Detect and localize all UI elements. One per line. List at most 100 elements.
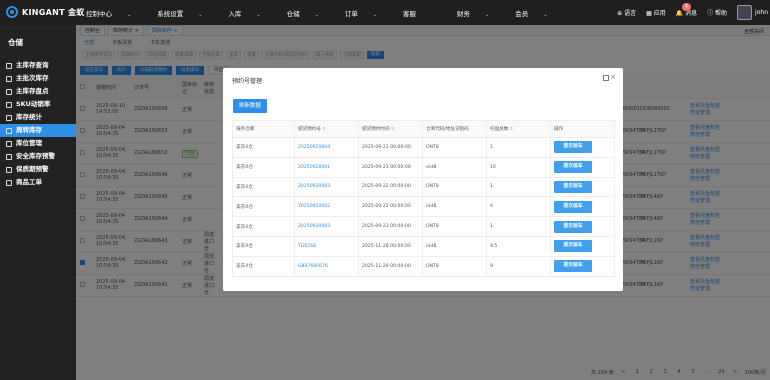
menu-item-icon: [6, 101, 12, 108]
nav-item-label: 控制中心: [86, 9, 112, 18]
column-label: 提货预约号: [298, 127, 321, 132]
sidebar-item-label: 周转库存: [16, 126, 42, 134]
maximize-icon[interactable]: [603, 75, 609, 81]
cell-time: 2025-09-22 00:00:00: [362, 204, 411, 210]
appointment-action-cell: 提交装车: [550, 156, 615, 178]
sidebar-item[interactable]: 主批次库存: [0, 72, 76, 85]
cell-pallets: 1: [490, 184, 493, 190]
nav-item[interactable]: 系统设置 ⌄: [157, 8, 215, 18]
sidebar-item[interactable]: 保质期预警: [0, 163, 76, 176]
submit-loading-button[interactable]: 提交装车: [554, 260, 592, 273]
cell-appt[interactable]: 20250920002: [298, 204, 330, 209]
submit-loading-button[interactable]: 提交装车: [554, 220, 592, 233]
sidebar-item[interactable]: 库位管理: [0, 137, 76, 150]
chevron-down-icon: ⌄: [127, 11, 132, 18]
menu-item-icon: [6, 127, 12, 134]
appointment-cell: 2025-09-22 00:00:00: [358, 176, 423, 198]
cell-warehouse: 美东X仓: [236, 184, 253, 190]
close-icon[interactable]: ×: [610, 73, 616, 81]
appointment-cell: 美东X仓: [232, 196, 295, 218]
kingant-logo-icon: [6, 6, 18, 18]
sidebar-item[interactable]: 库存统计: [0, 111, 76, 124]
submit-loading-button[interactable]: 提交装车: [554, 161, 592, 174]
appointment-cell: 4: [486, 196, 551, 218]
cell-time: 2025-11-28 00:00:00: [362, 243, 411, 249]
appointment-table: 海外仓库 提货预约号 ⇅ 提货预约时间 ⇅ 仓库代码/地址识别码 托盘总数 ⇅ 操作 美东…: [232, 120, 615, 277]
appointment-cell: 20250920001: [294, 156, 359, 178]
main-nav: 控制中心 ⌄ 系统设置 ⌄ 入库 ⌄ 仓储 ⌄ 订单 ⌄ 客服 财务 ⌄ 会员 ⌄: [86, 0, 573, 25]
submit-loading-button[interactable]: 提交装车: [554, 200, 592, 213]
sort-icon[interactable]: ⇅: [321, 126, 325, 131]
sort-icon[interactable]: ⇅: [390, 126, 394, 131]
appointment-cell: 9: [486, 255, 551, 277]
user-menu[interactable]: john: [737, 5, 768, 20]
sidebar: 仓储 主库存查询 主批次库存 主库存盘点 SKU动销率 库存统计 周转库存 库位管理 安全库存…: [0, 25, 76, 380]
appointment-action-cell: 提交装车: [550, 176, 615, 198]
sort-icon[interactable]: ⇅: [508, 126, 513, 131]
sidebar-item[interactable]: SKU动销率: [0, 98, 76, 111]
menu-item-icon: [6, 114, 12, 121]
messages-label: 消息: [685, 10, 698, 17]
column-label: 仓库代码/地址识别码: [426, 127, 469, 132]
menu-item-icon: [6, 75, 12, 82]
appointment-cell: 1: [486, 176, 551, 198]
column-label: 操作: [554, 127, 564, 132]
cell-appt[interactable]: G897685676: [298, 264, 328, 269]
cell-warehouse: 美东X仓: [236, 224, 253, 230]
modal-column-header: 托盘总数 ⇅: [486, 120, 551, 138]
appointment-cell: 2025-11-28 00:00:00: [358, 235, 423, 257]
sidebar-item[interactable]: 主库存查询: [0, 59, 76, 72]
nav-item[interactable]: 仓储 ⌄: [287, 8, 332, 18]
cell-code: ONT8: [426, 224, 439, 230]
sidebar-item[interactable]: 周转库存: [0, 124, 76, 137]
appointment-cell: 1: [486, 216, 551, 237]
nav-item[interactable]: 客服: [403, 8, 444, 18]
appointment-cell: 1: [486, 137, 551, 158]
cell-pallets: 10: [490, 164, 496, 170]
brand-logo[interactable]: KINGANT 金蚁: [6, 6, 85, 18]
appointment-cell: ONT8: [422, 255, 487, 277]
language-menu[interactable]: ⊕ 语言: [617, 8, 636, 17]
sidebar-item[interactable]: 主库存盘点: [0, 85, 76, 98]
chevron-down-icon: ⌄: [314, 11, 319, 18]
chevron-down-icon: ⌄: [198, 11, 203, 18]
appointment-action-cell: 提交装车: [550, 235, 615, 257]
user-name: john: [755, 9, 768, 16]
cell-appt[interactable]: 20250920001: [298, 165, 330, 170]
refresh-data-button[interactable]: 刷新数据: [233, 99, 268, 113]
cell-appt[interactable]: 20250920004: [298, 145, 330, 150]
appointment-cell: 美东X仓: [232, 137, 295, 158]
sidebar-item[interactable]: 商品工单: [0, 176, 76, 189]
cell-warehouse: 美东X仓: [236, 204, 253, 210]
menu-item-icon: [6, 153, 12, 160]
help-label: 帮助: [715, 10, 728, 17]
nav-item[interactable]: 入库 ⌄: [228, 8, 273, 18]
cell-appt[interactable]: TG6768: [298, 244, 316, 249]
cell-appt[interactable]: 20250920003: [298, 224, 330, 229]
nav-item[interactable]: 会员 ⌄: [515, 8, 560, 18]
appointment-cell: 20250920004: [294, 137, 359, 158]
cell-warehouse: 美东X仓: [236, 165, 253, 171]
apps-menu[interactable]: ▦ 应用: [646, 8, 666, 17]
cell-warehouse: 美东X仓: [236, 145, 253, 151]
cell-time: 2025-09-22 00:00:00: [362, 184, 411, 190]
menu-item-icon: [6, 140, 12, 147]
nav-item-label: 仓储: [286, 9, 300, 18]
appointment-cell: ont8: [422, 235, 487, 257]
messages-menu[interactable]: 🔔 消息 4: [676, 3, 698, 17]
nav-item[interactable]: 控制中心 ⌄: [86, 8, 144, 18]
nav-item[interactable]: 财务 ⌄: [457, 8, 502, 18]
sidebar-item[interactable]: 安全库存预警: [0, 150, 76, 163]
column-label: 托盘总数: [490, 127, 509, 132]
nav-item[interactable]: 订单 ⌄: [345, 8, 390, 18]
submit-loading-button[interactable]: 提交装车: [554, 240, 592, 253]
submit-loading-button[interactable]: 提交装车: [554, 180, 592, 193]
cell-code: ont8: [426, 164, 437, 170]
submit-loading-button[interactable]: 提交装车: [554, 141, 592, 154]
appointment-cell: 2025-09-21 00:00:00: [358, 156, 423, 178]
sidebar-item-label: 主库存盘点: [16, 87, 49, 95]
appointment-row: 美东X仓 G897685676 2025-11-29 00:00:00 ONT8 9 提交…: [232, 255, 615, 277]
appointment-row: 美东X仓 20250920003 2025-09-22 00:00:00 ONT8 1 提…: [232, 176, 615, 198]
help-menu[interactable]: ⓘ 帮助: [707, 8, 727, 17]
cell-appt[interactable]: 20250920003: [298, 184, 330, 189]
